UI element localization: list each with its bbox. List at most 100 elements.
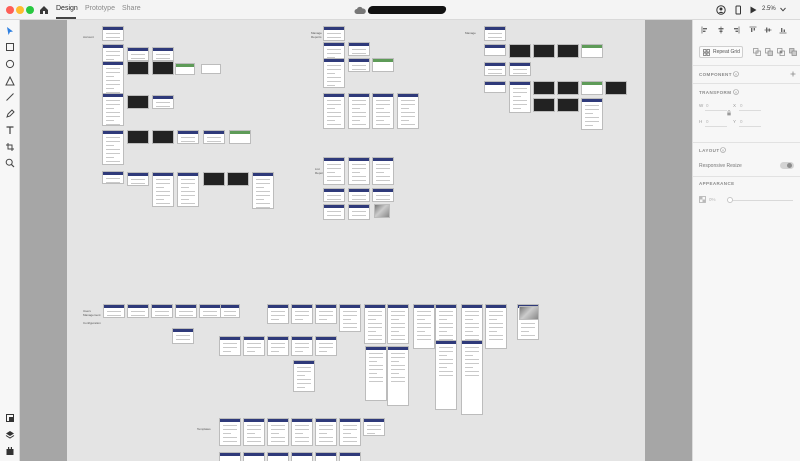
- artboard-thumbnail[interactable]: [519, 306, 539, 320]
- artboard-thumbnail[interactable]: [387, 346, 409, 406]
- artboard-thumbnail[interactable]: [509, 81, 531, 113]
- artboard-thumbnail[interactable]: [461, 340, 483, 415]
- layers-icon[interactable]: [5, 430, 15, 440]
- artboard-thumbnail[interactable]: [533, 81, 555, 95]
- artboard-thumbnail[interactable]: [348, 58, 370, 72]
- artboard-thumbnail[interactable]: [177, 130, 199, 144]
- artboard-thumbnail[interactable]: [533, 44, 555, 58]
- artboard-thumbnail[interactable]: [203, 172, 225, 186]
- artboard-thumbnail[interactable]: [339, 418, 361, 446]
- artboard-thumbnail[interactable]: [243, 336, 265, 356]
- repeat-grid-button[interactable]: Repeat Grid: [699, 46, 743, 58]
- artboard-thumbnail[interactable]: [484, 81, 506, 93]
- artboard-thumbnail[interactable]: [267, 452, 289, 461]
- artboard-thumbnail[interactable]: [365, 346, 387, 401]
- artboard-thumbnail[interactable]: [201, 64, 221, 74]
- artboard-thumbnail[interactable]: [339, 452, 361, 461]
- opacity-input[interactable]: 0%: [709, 197, 716, 202]
- artboard-thumbnail[interactable]: [127, 95, 149, 109]
- opacity-slider-knob[interactable]: [727, 197, 733, 203]
- artboard-thumbnail[interactable]: [199, 304, 221, 318]
- plus-icon[interactable]: [790, 71, 796, 77]
- select-icon[interactable]: [5, 26, 15, 36]
- artboard-thumbnail[interactable]: [267, 336, 289, 356]
- artboard-thumbnail[interactable]: [291, 418, 313, 446]
- artboard-thumbnail[interactable]: [348, 188, 370, 202]
- artboard-thumbnail[interactable]: [102, 130, 124, 165]
- artboard-thumbnail[interactable]: [203, 130, 225, 144]
- artboard-thumbnail[interactable]: [102, 171, 124, 184]
- artboard-thumbnail[interactable]: [484, 44, 506, 56]
- artboard-thumbnail[interactable]: [127, 61, 149, 75]
- artboard-thumbnail[interactable]: [177, 172, 199, 207]
- x-input[interactable]: 0: [740, 103, 743, 108]
- boolean-add-icon[interactable]: [753, 48, 761, 56]
- artboard-thumbnail[interactable]: [315, 304, 337, 324]
- assets-icon[interactable]: [5, 413, 15, 423]
- artboard-thumbnail[interactable]: [348, 204, 370, 220]
- artboard-thumbnail[interactable]: [243, 452, 265, 461]
- artboard-thumbnail[interactable]: [152, 172, 174, 207]
- artboard-thumbnail[interactable]: [509, 44, 531, 58]
- info-icon[interactable]: [733, 89, 739, 95]
- artboard-thumbnail[interactable]: [413, 304, 435, 349]
- artboard-thumbnail[interactable]: [363, 418, 385, 436]
- artboard-thumbnail[interactable]: [557, 81, 579, 95]
- artboard-thumbnail[interactable]: [127, 304, 149, 318]
- artboard-thumbnail[interactable]: [387, 304, 409, 344]
- info-icon[interactable]: [733, 71, 739, 77]
- rectangle-icon[interactable]: [5, 42, 15, 52]
- artboard-thumbnail[interactable]: [102, 93, 124, 126]
- artboard-thumbnail[interactable]: [152, 130, 174, 144]
- artboard-thumbnail[interactable]: [323, 93, 345, 129]
- zoom-icon[interactable]: [5, 158, 15, 168]
- artboard-thumbnail[interactable]: [219, 336, 241, 356]
- artboard-thumbnail[interactable]: [509, 62, 531, 76]
- artboard-thumbnail[interactable]: [372, 188, 394, 202]
- artboard-thumbnail[interactable]: [484, 62, 506, 76]
- align-bottom-icon[interactable]: [779, 26, 787, 34]
- ellipse-icon[interactable]: [5, 59, 15, 69]
- document-title[interactable]: [354, 5, 447, 15]
- artboard-thumbnail[interactable]: [127, 47, 149, 61]
- artboard-thumbnail[interactable]: [291, 452, 313, 461]
- artboard-thumbnail[interactable]: [229, 130, 251, 144]
- artboard-thumbnail[interactable]: [315, 336, 337, 356]
- artboard-thumbnail[interactable]: [323, 157, 345, 185]
- y-input[interactable]: 0: [740, 119, 743, 124]
- plugins-icon[interactable]: [5, 446, 15, 456]
- artboard-thumbnail[interactable]: [175, 304, 197, 318]
- boolean-subtract-icon[interactable]: [765, 48, 773, 56]
- height-input[interactable]: 0: [706, 119, 709, 124]
- artboard-thumbnail[interactable]: [323, 26, 345, 41]
- triangle-icon[interactable]: [5, 76, 15, 86]
- artboard-thumbnail[interactable]: [372, 157, 394, 185]
- artboard-thumbnail[interactable]: [152, 61, 174, 75]
- artboard-thumbnail[interactable]: [127, 172, 149, 186]
- boolean-exclude-icon[interactable]: [789, 48, 797, 56]
- artboard-thumbnail[interactable]: [581, 81, 603, 95]
- artboard-thumbnail[interactable]: [484, 26, 506, 41]
- artboard-thumbnail[interactable]: [435, 340, 457, 410]
- artboard-thumbnail[interactable]: [605, 81, 627, 95]
- artboard-thumbnail[interactable]: [102, 26, 124, 41]
- artboard-thumbnail[interactable]: [291, 336, 313, 356]
- align-top-icon[interactable]: [749, 26, 757, 34]
- align-right-icon[interactable]: [732, 26, 740, 34]
- artboard-thumbnail[interactable]: [557, 44, 579, 58]
- artboard-thumbnail[interactable]: [152, 47, 174, 61]
- artboard-thumbnail[interactable]: [151, 304, 173, 318]
- artboard-thumbnail[interactable]: [581, 44, 603, 58]
- artboard-icon[interactable]: [5, 142, 15, 152]
- artboard-thumbnail[interactable]: [348, 93, 370, 129]
- align-center-icon[interactable]: [717, 26, 725, 34]
- line-icon[interactable]: [5, 92, 15, 102]
- artboard-thumbnail[interactable]: [557, 98, 579, 112]
- tab-prototype[interactable]: Prototype: [85, 5, 115, 12]
- lock-aspect-icon[interactable]: [726, 110, 732, 116]
- artboard-thumbnail[interactable]: [267, 304, 289, 324]
- mobile-preview-icon[interactable]: [733, 5, 743, 15]
- artboard-thumbnail[interactable]: [323, 58, 345, 88]
- opacity-slider-track[interactable]: [729, 200, 793, 201]
- artboard-thumbnail[interactable]: [323, 204, 345, 220]
